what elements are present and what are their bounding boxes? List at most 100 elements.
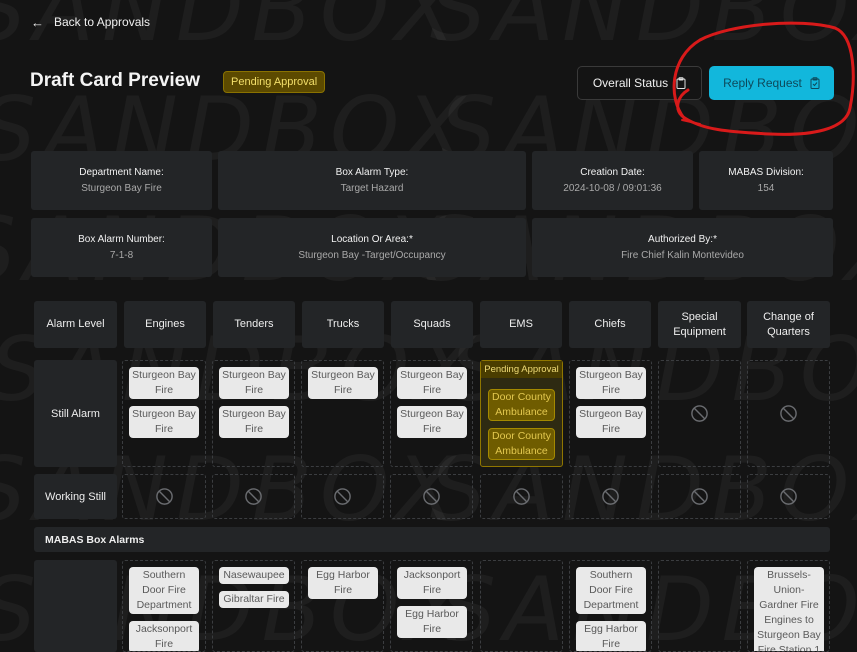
unit-chip[interactable]: Sturgeon Bay Fire bbox=[308, 367, 378, 399]
header-trucks: Trucks bbox=[302, 301, 384, 348]
slot-still-engines[interactable]: Sturgeon Bay Fire Sturgeon Bay Fire bbox=[122, 360, 206, 467]
slot-working-tenders bbox=[212, 474, 295, 519]
row-label-still-alarm: Still Alarm bbox=[34, 360, 117, 467]
slot-mabas-special-equipment[interactable] bbox=[658, 560, 741, 652]
unit-chip[interactable]: Egg Harbor Fire bbox=[576, 621, 646, 651]
slot-still-squads[interactable]: Sturgeon Bay Fire Sturgeon Bay Fire bbox=[390, 360, 473, 467]
info-card-box-alarm-type: Box Alarm Type: Target Hazard bbox=[218, 151, 526, 210]
slot-still-tenders[interactable]: Sturgeon Bay Fire Sturgeon Bay Fire bbox=[212, 360, 295, 467]
row-label-working-still: Working Still bbox=[34, 474, 117, 519]
overall-status-label: Overall Status bbox=[592, 76, 669, 90]
info-card-creation-date: Creation Date: 2024-10-08 / 09:01:36 bbox=[532, 151, 693, 210]
slot-still-chiefs[interactable]: Sturgeon Bay Fire Sturgeon Bay Fire bbox=[569, 360, 652, 467]
slot-mabas-engines[interactable]: Southern Door Fire Department Jacksonpor… bbox=[122, 560, 206, 652]
ban-icon bbox=[245, 488, 262, 505]
header-ems: EMS bbox=[480, 301, 562, 348]
slot-mabas-ems[interactable] bbox=[480, 560, 563, 652]
pending-unit-chip[interactable]: Door County Ambulance bbox=[488, 389, 555, 421]
unit-chip[interactable]: Southern Door Fire Department bbox=[129, 567, 199, 614]
header-special-equipment: Special Equipment bbox=[658, 301, 741, 348]
ban-icon bbox=[602, 488, 619, 505]
overall-status-button[interactable]: Overall Status bbox=[577, 66, 702, 100]
department-label: Department Name: bbox=[79, 167, 164, 178]
unit-chip[interactable]: Sturgeon Bay Fire bbox=[576, 367, 646, 399]
box-alarm-number-label: Box Alarm Number: bbox=[78, 234, 165, 245]
ban-icon bbox=[780, 488, 797, 505]
slot-mabas-tenders[interactable]: Nasewaupee Gibraltar Fire bbox=[212, 560, 295, 652]
slot-working-chiefs bbox=[569, 474, 652, 519]
ban-icon bbox=[691, 488, 708, 505]
info-card-box-alarm-number: Box Alarm Number: 7-1-8 bbox=[31, 218, 212, 277]
slot-mabas-chiefs[interactable]: Southern Door Fire Department Egg Harbor… bbox=[569, 560, 652, 652]
unit-chip[interactable]: Jacksonport Fire bbox=[129, 621, 199, 651]
slot-still-change-of-quarters bbox=[747, 360, 830, 467]
unit-chip[interactable]: Southern Door Fire Department bbox=[576, 567, 646, 614]
section-title-mabas-box-alarms: MABAS Box Alarms bbox=[34, 527, 830, 552]
box-alarm-number-value: 7-1-8 bbox=[109, 250, 134, 261]
unit-chip[interactable]: Sturgeon Bay Fire bbox=[397, 406, 467, 438]
unit-chip[interactable]: Sturgeon Bay Fire bbox=[129, 406, 199, 438]
slot-working-engines bbox=[122, 474, 206, 519]
header-alarm-level: Alarm Level bbox=[34, 301, 117, 348]
header-chiefs: Chiefs bbox=[569, 301, 651, 348]
reply-request-label: Reply Request bbox=[723, 76, 802, 90]
pending-unit-chip[interactable]: Door County Ambulance bbox=[488, 428, 555, 460]
unit-chip[interactable]: Brussels-Union-Gardner Fire Engines to S… bbox=[754, 567, 824, 651]
header-engines: Engines bbox=[124, 301, 206, 348]
mabas-division-value: 154 bbox=[757, 183, 775, 194]
box-alarm-type-label: Box Alarm Type: bbox=[335, 167, 409, 178]
unit-chip[interactable]: Gibraltar Fire bbox=[219, 591, 289, 608]
slot-mabas-trucks[interactable]: Egg Harbor Fire bbox=[301, 560, 384, 652]
unit-chip[interactable]: Egg Harbor Fire bbox=[308, 567, 378, 599]
slot-still-ems-pending[interactable]: Pending Approval Door County Ambulance D… bbox=[480, 360, 563, 467]
location-label: Location Or Area:* bbox=[331, 234, 413, 245]
ban-icon bbox=[513, 488, 530, 505]
header-squads: Squads bbox=[391, 301, 473, 348]
info-card-mabas-division: MABAS Division: 154 bbox=[699, 151, 833, 210]
department-value: Sturgeon Bay Fire bbox=[81, 183, 162, 194]
unit-chip[interactable]: Jacksonport Fire bbox=[397, 567, 467, 599]
unit-chip[interactable]: Sturgeon Bay Fire bbox=[397, 367, 467, 399]
slot-working-special-equipment bbox=[658, 474, 741, 519]
ban-icon bbox=[334, 488, 351, 505]
slot-working-ems bbox=[480, 474, 563, 519]
mabas-division-label: MABAS Division: bbox=[728, 167, 804, 178]
ban-icon bbox=[780, 405, 797, 422]
back-link-label: Back to Approvals bbox=[54, 15, 151, 29]
authorized-by-label: Authorized By:* bbox=[648, 234, 717, 245]
status-badge: Pending Approval bbox=[223, 71, 326, 93]
header-tenders: Tenders bbox=[213, 301, 295, 348]
row-label-mabas bbox=[34, 560, 117, 652]
slot-still-trucks[interactable]: Sturgeon Bay Fire bbox=[301, 360, 384, 467]
arrow-left-icon: ← bbox=[31, 14, 44, 30]
page-title: Draft Card Preview bbox=[30, 70, 201, 91]
unit-chip[interactable]: Sturgeon Bay Fire bbox=[129, 367, 199, 399]
back-to-approvals-link[interactable]: ← Back to Approvals bbox=[31, 13, 150, 31]
slot-mabas-change-of-quarters[interactable]: Brussels-Union-Gardner Fire Engines to S… bbox=[747, 560, 830, 652]
unit-chip[interactable]: Sturgeon Bay Fire bbox=[219, 406, 289, 438]
slot-mabas-squads[interactable]: Jacksonport Fire Egg Harbor Fire bbox=[390, 560, 473, 652]
info-card-location: Location Or Area:* Sturgeon Bay -Target/… bbox=[218, 218, 526, 277]
pending-approval-label: Pending Approval bbox=[481, 361, 562, 378]
unit-chip[interactable]: Sturgeon Bay Fire bbox=[576, 406, 646, 438]
slot-working-change-of-quarters bbox=[747, 474, 830, 519]
unit-chip[interactable]: Egg Harbor Fire bbox=[397, 606, 467, 638]
authorized-by-value: Fire Chief Kalin Montevideo bbox=[621, 250, 744, 261]
clipboard-check-icon bbox=[810, 77, 820, 89]
header-change-of-quarters: Change of Quarters bbox=[747, 301, 830, 348]
info-card-department: Department Name: Sturgeon Bay Fire bbox=[31, 151, 212, 210]
location-value: Sturgeon Bay -Target/Occupancy bbox=[298, 250, 446, 261]
slot-still-special-equipment bbox=[658, 360, 741, 467]
reply-request-button[interactable]: Reply Request bbox=[709, 66, 834, 100]
ban-icon bbox=[691, 405, 708, 422]
ban-icon bbox=[155, 488, 173, 505]
unit-chip[interactable]: Sturgeon Bay Fire bbox=[219, 367, 289, 399]
clipboard-icon bbox=[676, 77, 686, 89]
info-card-authorized-by: Authorized By:* Fire Chief Kalin Montevi… bbox=[532, 218, 833, 277]
box-alarm-type-value: Target Hazard bbox=[340, 183, 404, 194]
creation-date-label: Creation Date: bbox=[580, 167, 645, 178]
unit-chip[interactable]: Nasewaupee bbox=[219, 567, 289, 584]
ban-icon bbox=[423, 488, 440, 505]
creation-date-value: 2024-10-08 / 09:01:36 bbox=[563, 183, 662, 194]
slot-working-trucks bbox=[301, 474, 384, 519]
